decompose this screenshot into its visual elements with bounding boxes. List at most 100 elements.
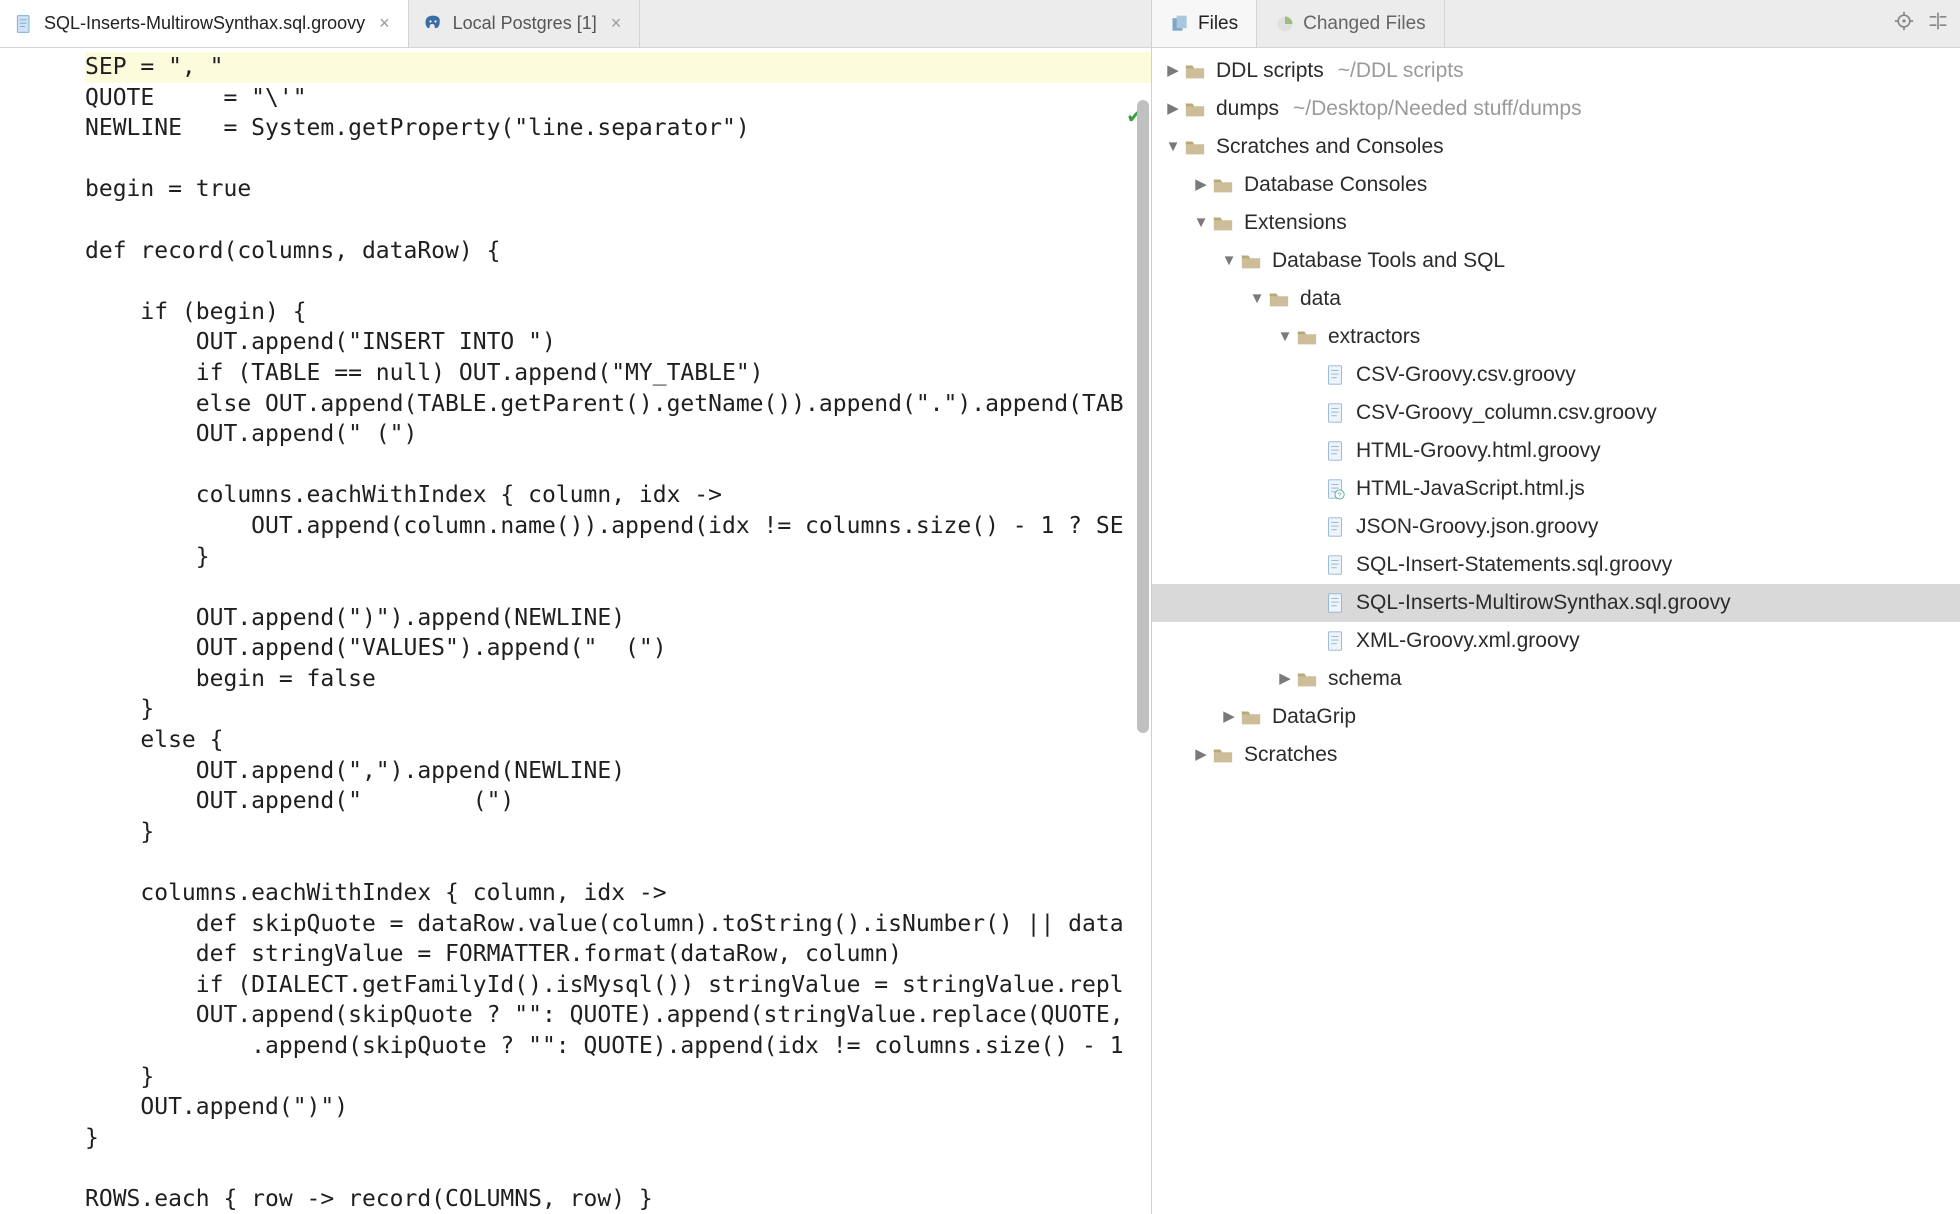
- tree-folder[interactable]: ▼ data: [1152, 280, 1960, 318]
- tab-files[interactable]: Files: [1152, 0, 1257, 47]
- tree-file[interactable]: XML-Groovy.xml.groovy: [1152, 622, 1960, 660]
- folder-icon: [1294, 324, 1320, 350]
- tree-item-hint: ~/Desktop/Needed stuff/dumps: [1293, 90, 1582, 128]
- code-line[interactable]: [85, 205, 1151, 236]
- code-line[interactable]: [85, 450, 1151, 481]
- chevron-right-icon[interactable]: ▶: [1192, 166, 1210, 204]
- tab-label: Local Postgres [1]: [453, 13, 597, 34]
- tree-item-label: Scratches: [1244, 736, 1337, 774]
- chevron-down-icon[interactable]: ▼: [1192, 204, 1210, 242]
- tab-close-icon[interactable]: ×: [607, 13, 626, 34]
- tree-folder[interactable]: ▶DDL scripts~/DDL scripts: [1152, 52, 1960, 90]
- tree-folder[interactable]: ▶ schema: [1152, 660, 1960, 698]
- code-line[interactable]: }: [85, 1062, 1151, 1093]
- code-line[interactable]: }: [85, 1123, 1151, 1154]
- code-line[interactable]: QUOTE = "\'": [85, 83, 1151, 114]
- code-line[interactable]: }: [85, 817, 1151, 848]
- tree-folder[interactable]: ▶ Scratches: [1152, 736, 1960, 774]
- chevron-right-icon[interactable]: ▶: [1276, 660, 1294, 698]
- tree-item-label: data: [1300, 280, 1341, 318]
- code-line[interactable]: else OUT.append(TABLE.getParent().getNam…: [85, 389, 1151, 420]
- code-line[interactable]: [85, 847, 1151, 878]
- locate-icon[interactable]: [1894, 11, 1914, 36]
- code-line[interactable]: OUT.append(")"): [85, 1092, 1151, 1123]
- code-line[interactable]: def record(columns, dataRow) {: [85, 236, 1151, 267]
- tree-item-label: XML-Groovy.xml.groovy: [1356, 622, 1580, 660]
- vertical-scrollbar[interactable]: [1137, 100, 1149, 1214]
- folder-icon: [1210, 172, 1236, 198]
- tree-file[interactable]: CSV-Groovy_column.csv.groovy: [1152, 394, 1960, 432]
- chevron-right-icon[interactable]: ▶: [1192, 736, 1210, 774]
- code-line[interactable]: [85, 572, 1151, 603]
- code-line[interactable]: SEP = ", ": [85, 52, 1151, 83]
- tree-item-label: HTML-JavaScript.html.js: [1356, 470, 1585, 508]
- tree-item-label: Database Consoles: [1244, 166, 1427, 204]
- code-line[interactable]: [85, 1153, 1151, 1184]
- code-line[interactable]: begin = false: [85, 664, 1151, 695]
- tree-item-label: schema: [1328, 660, 1402, 698]
- tree-folder[interactable]: ▼Database Tools and SQL: [1152, 242, 1960, 280]
- tab-close-icon[interactable]: ×: [375, 13, 394, 34]
- code-line[interactable]: }: [85, 542, 1151, 573]
- code-line[interactable]: [85, 144, 1151, 175]
- code-line[interactable]: }: [85, 694, 1151, 725]
- code-line[interactable]: if (TABLE == null) OUT.append("MY_TABLE"…: [85, 358, 1151, 389]
- split-icon[interactable]: [1928, 11, 1948, 36]
- tree-folder[interactable]: ▶ Database Consoles: [1152, 166, 1960, 204]
- tree-folder[interactable]: ▼Scratches and Consoles: [1152, 128, 1960, 166]
- tree-item-label: Extensions: [1244, 204, 1347, 242]
- code-line[interactable]: columns.eachWithIndex { column, idx ->: [85, 480, 1151, 511]
- code-line[interactable]: ROWS.each { row -> record(COLUMNS, row) …: [85, 1184, 1151, 1214]
- chevron-down-icon[interactable]: ▼: [1164, 128, 1182, 166]
- code-line[interactable]: OUT.append(" ("): [85, 419, 1151, 450]
- tree-file[interactable]: SQL-Inserts-MultirowSynthax.sql.groovy: [1152, 584, 1960, 622]
- tree-folder[interactable]: ▼ extractors: [1152, 318, 1960, 356]
- code-line[interactable]: if (DIALECT.getFamilyId().isMysql()) str…: [85, 970, 1151, 1001]
- chevron-right-icon[interactable]: ▶: [1164, 52, 1182, 90]
- code-line[interactable]: OUT.append(")").append(NEWLINE): [85, 603, 1151, 634]
- editor-gutter: [0, 48, 85, 1214]
- tree-item-label: HTML-Groovy.html.groovy: [1356, 432, 1601, 470]
- code-line[interactable]: begin = true: [85, 174, 1151, 205]
- tree-file[interactable]: ?HTML-JavaScript.html.js: [1152, 470, 1960, 508]
- chevron-right-icon[interactable]: ▶: [1164, 90, 1182, 128]
- folder-icon: [1266, 286, 1292, 312]
- tree-item-label: CSV-Groovy.csv.groovy: [1356, 356, 1576, 394]
- tree-folder[interactable]: ▶ DataGrip: [1152, 698, 1960, 736]
- code-line[interactable]: OUT.append(" ("): [85, 786, 1151, 817]
- tree-file[interactable]: CSV-Groovy.csv.groovy: [1152, 356, 1960, 394]
- code-line[interactable]: OUT.append(skipQuote ? "": QUOTE).append…: [85, 1000, 1151, 1031]
- code-line[interactable]: columns.eachWithIndex { column, idx ->: [85, 878, 1151, 909]
- chevron-down-icon[interactable]: ▼: [1220, 242, 1238, 280]
- file-icon: [1322, 438, 1348, 464]
- tree-item-label: extractors: [1328, 318, 1420, 356]
- code-line[interactable]: [85, 266, 1151, 297]
- chevron-down-icon[interactable]: ▼: [1276, 318, 1294, 356]
- code-line[interactable]: NEWLINE = System.getProperty("line.separ…: [85, 113, 1151, 144]
- code-line[interactable]: if (begin) {: [85, 297, 1151, 328]
- code-line[interactable]: else {: [85, 725, 1151, 756]
- tab-changed-files[interactable]: Changed Files: [1257, 0, 1445, 47]
- code-line[interactable]: OUT.append("INSERT INTO "): [85, 327, 1151, 358]
- file-tree[interactable]: ▶DDL scripts~/DDL scripts▶dumps~/Desktop…: [1152, 48, 1960, 1214]
- code-line[interactable]: .append(skipQuote ? "": QUOTE).append(id…: [85, 1031, 1151, 1062]
- editor-tab-0[interactable]: SQL-Inserts-MultirowSynthax.sql.groovy×: [0, 0, 409, 47]
- code-line[interactable]: OUT.append(column.name()).append(idx != …: [85, 511, 1151, 542]
- tree-file[interactable]: HTML-Groovy.html.groovy: [1152, 432, 1960, 470]
- chevron-down-icon[interactable]: ▼: [1248, 280, 1266, 318]
- editor-tab-1[interactable]: Local Postgres [1] ×: [409, 0, 641, 47]
- tree-file[interactable]: SQL-Insert-Statements.sql.groovy: [1152, 546, 1960, 584]
- tree-folder[interactable]: ▶dumps~/Desktop/Needed stuff/dumps: [1152, 90, 1960, 128]
- code-line[interactable]: OUT.append("VALUES").append(" ("): [85, 633, 1151, 664]
- tree-file[interactable]: JSON-Groovy.json.groovy: [1152, 508, 1960, 546]
- folder-icon: [1238, 248, 1264, 274]
- code-line[interactable]: def skipQuote = dataRow.value(column).to…: [85, 909, 1151, 940]
- scrollbar-thumb[interactable]: [1137, 100, 1149, 733]
- code-text[interactable]: SEP = ", "QUOTE = "\'"NEWLINE = System.g…: [85, 48, 1151, 1214]
- code-line[interactable]: def stringValue = FORMATTER.format(dataR…: [85, 939, 1151, 970]
- tree-item-label: DataGrip: [1272, 698, 1356, 736]
- tree-folder[interactable]: ▼ Extensions: [1152, 204, 1960, 242]
- chevron-right-icon[interactable]: ▶: [1220, 698, 1238, 736]
- code-line[interactable]: OUT.append(",").append(NEWLINE): [85, 756, 1151, 787]
- editor-area[interactable]: SEP = ", "QUOTE = "\'"NEWLINE = System.g…: [0, 48, 1151, 1214]
